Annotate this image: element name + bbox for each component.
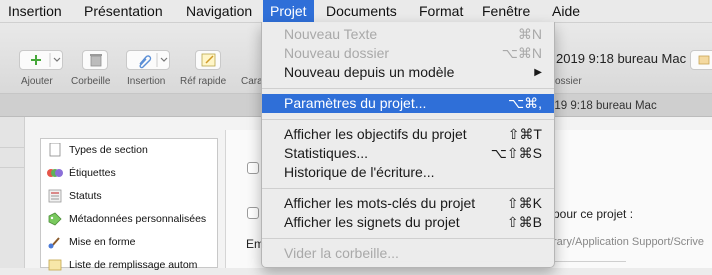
menu-item-shortcut: ⇧⌘T: [507, 126, 542, 142]
left-gutter: [0, 117, 25, 268]
path-field[interactable]: rary/Application Support/Scrive: [553, 236, 704, 248]
gutter-divider: [0, 147, 24, 148]
menu-separator: [262, 188, 554, 189]
menu-bar: Insertion Présentation Navigation Projet…: [0, 0, 712, 23]
menu-item-new-folder: Nouveau dossier ⌥⌘N: [262, 44, 554, 63]
menu-format[interactable]: Format: [412, 0, 470, 22]
menu-item-show-project-targets[interactable]: Afficher les objectifs du projet ⇧⌘T: [262, 125, 554, 144]
sidebar-item-label: Types de section: [69, 144, 148, 156]
menu-presentation[interactable]: Présentation: [77, 0, 170, 22]
menu-separator: [262, 238, 554, 239]
tag-icon: [698, 55, 710, 65]
projet-menu: Nouveau Texte ⌘N Nouveau dossier ⌥⌘N Nou…: [261, 22, 555, 268]
menu-item-shortcut: ⇧⌘K: [506, 195, 542, 211]
add-button[interactable]: [19, 50, 63, 70]
status-icon: [47, 189, 63, 203]
sidebar-item-formatting[interactable]: Mise en forme: [47, 232, 136, 252]
submenu-arrow-icon: ▶: [534, 67, 542, 78]
trash-button[interactable]: [82, 50, 108, 70]
sidebar-item-autocomplete-list[interactable]: Liste de remplissage autom: [47, 255, 197, 275]
sidebar-item-label: Étiquettes: [69, 167, 116, 179]
document-title: 2019 9:18 bureau Mac: [556, 51, 687, 66]
sidebar-item-section-types[interactable]: Types de section: [47, 140, 148, 160]
right-toolbar-button[interactable]: [690, 50, 712, 70]
menu-item-shortcut: ⌥⌘N: [501, 45, 542, 61]
menu-item-shortcut: ⇧⌘B: [506, 214, 542, 230]
color-dots-icon: [47, 166, 63, 180]
menu-item-statistics[interactable]: Statistiques... ⌥⇧⌘S: [262, 144, 554, 163]
option-text: pour ce projet :: [553, 207, 634, 221]
tag-icon: [47, 212, 63, 226]
sidebar-item-status[interactable]: Statuts: [47, 186, 102, 206]
gutter-divider: [0, 167, 24, 168]
menu-aide[interactable]: Aide: [545, 0, 587, 22]
list-icon: [47, 258, 63, 272]
menu-item-project-settings[interactable]: Paramètres du projet... ⌥⌘,: [262, 94, 554, 113]
menu-separator: [262, 119, 554, 120]
menu-navigation[interactable]: Navigation: [179, 0, 259, 22]
menu-item-label: Afficher les signets du projet: [284, 214, 460, 230]
menu-documents[interactable]: Documents: [319, 0, 404, 22]
plus-icon: [31, 53, 61, 67]
sidebar-item-labels[interactable]: Étiquettes: [47, 163, 116, 183]
page-icon: [47, 142, 63, 157]
menu-item-shortcut: ⌥⇧⌘S: [490, 145, 542, 161]
sidebar-item-label: Statuts: [69, 190, 102, 202]
menu-item-empty-trash: Vider la corbeille...: [262, 244, 554, 263]
menu-fenetre[interactable]: Fenêtre: [475, 0, 537, 22]
add-button-label: Ajouter: [21, 76, 53, 87]
menu-insertion[interactable]: Insertion: [1, 0, 69, 22]
menu-item-shortcut: ⌘N: [517, 26, 542, 42]
toolbar-cara-label: Cara: [241, 76, 263, 87]
option-checkbox-2[interactable]: [247, 207, 259, 219]
menu-item-label: Nouveau dossier: [284, 45, 390, 61]
subdocument-title: 019 9:18 bureau Mac: [548, 100, 657, 112]
sidebar-item-label: Métadonnées personnalisées: [69, 213, 207, 225]
sidebar-item-custom-metadata[interactable]: Métadonnées personnalisées: [47, 209, 206, 229]
note-icon: [201, 53, 216, 67]
paperclip-icon: [139, 53, 168, 69]
folder-button-label: ossier: [555, 76, 582, 87]
option-checkbox-1[interactable]: [247, 162, 259, 174]
menu-item-label: Nouveau depuis un modèle: [284, 64, 455, 80]
quick-ref-button-label: Réf rapide: [180, 76, 227, 87]
insert-button-label: Insertion: [127, 76, 166, 87]
insert-button[interactable]: [126, 50, 170, 70]
menu-item-writing-history[interactable]: Historique de l'écriture...: [262, 163, 554, 182]
menu-item-label: Paramètres du projet...: [284, 95, 427, 111]
sidebar-item-label: Mise en forme: [69, 236, 136, 248]
trash-button-label: Corbeille: [71, 76, 111, 87]
quick-ref-button[interactable]: [195, 50, 221, 70]
menu-item-label: Statistiques...: [284, 145, 369, 161]
menu-separator: [262, 88, 554, 89]
menu-item-show-project-keywords[interactable]: Afficher les mots-clés du projet ⇧⌘K: [262, 194, 554, 213]
menu-item-new-from-template[interactable]: Nouveau depuis un modèle ▶: [262, 63, 554, 82]
menu-item-label: Afficher les mots-clés du projet: [284, 195, 476, 211]
brush-icon: [47, 235, 63, 249]
trash-icon: [90, 54, 102, 67]
menu-item-label: Afficher les objectifs du projet: [284, 126, 467, 142]
settings-sidebar: Types de section Étiquettes Statuts Méta…: [40, 138, 218, 271]
menu-item-label: Historique de l'écriture...: [284, 164, 435, 180]
menu-item-new-text: Nouveau Texte ⌘N: [262, 25, 554, 44]
menu-item-show-project-bookmarks[interactable]: Afficher les signets du projet ⇧⌘B: [262, 213, 554, 232]
menu-item-label: Nouveau Texte: [284, 26, 378, 42]
sidebar-item-label: Liste de remplissage autom: [69, 259, 198, 271]
menu-item-label: Vider la corbeille...: [284, 245, 399, 261]
menu-projet[interactable]: Projet: [263, 0, 314, 22]
menu-item-shortcut: ⌥⌘,: [507, 95, 542, 111]
